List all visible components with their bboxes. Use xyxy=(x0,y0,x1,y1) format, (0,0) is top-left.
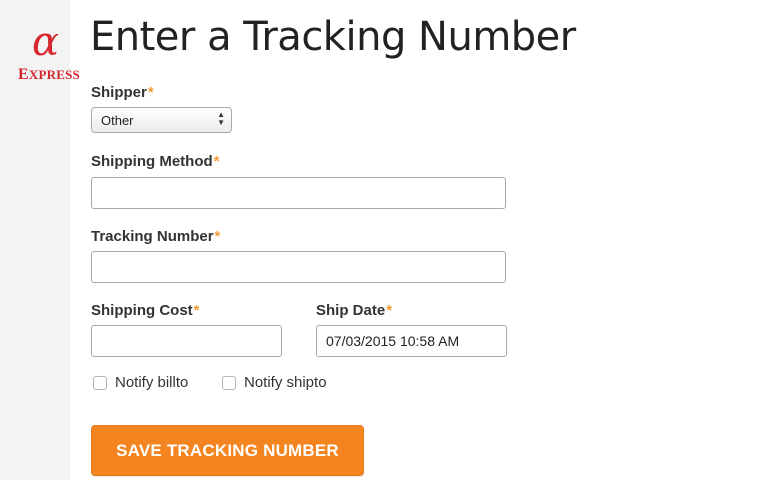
ship-date-label-text: Ship Date xyxy=(316,302,386,319)
shipper-label: Shipper* xyxy=(91,84,154,101)
ship-date-input[interactable] xyxy=(316,325,507,357)
shipping-method-label-text: Shipping Method xyxy=(91,153,213,170)
required-marker: * xyxy=(213,153,220,170)
notify-shipto-checkbox[interactable] xyxy=(222,376,236,390)
tracking-number-input[interactable] xyxy=(91,251,506,283)
shipper-select[interactable]: Other ▲ ▼ xyxy=(91,107,232,133)
shipping-method-label: Shipping Method* xyxy=(91,153,219,170)
tracking-number-label-text: Tracking Number xyxy=(91,228,214,245)
logo-text: EXPRESS xyxy=(18,66,80,84)
shipper-select-value: Other xyxy=(101,113,134,128)
notify-billto-checkbox[interactable] xyxy=(93,376,107,390)
alpha-logo-icon: α xyxy=(32,19,60,65)
shipping-cost-input[interactable] xyxy=(91,325,282,357)
shipping-cost-label-text: Shipping Cost xyxy=(91,302,193,319)
notify-billto-label: Notify billto xyxy=(115,374,189,391)
logo-text-initial: E xyxy=(18,66,29,83)
required-marker: * xyxy=(193,302,200,319)
select-arrows-icon: ▲ ▼ xyxy=(217,110,225,127)
logo-text-rest: XPRESS xyxy=(28,67,80,82)
ship-date-label: Ship Date* xyxy=(316,302,392,319)
required-marker: * xyxy=(386,302,393,319)
notify-shipto-label: Notify shipto xyxy=(244,374,327,391)
required-marker: * xyxy=(214,228,221,245)
shipper-label-text: Shipper xyxy=(91,84,147,101)
shipping-cost-label: Shipping Cost* xyxy=(91,302,200,319)
logo: α EXPRESS xyxy=(18,19,80,92)
required-marker: * xyxy=(147,84,154,101)
page-title: Enter a Tracking Number xyxy=(90,14,576,60)
tracking-number-label: Tracking Number* xyxy=(91,228,220,245)
save-tracking-number-button[interactable]: SAVE TRACKING NUMBER xyxy=(91,425,364,476)
shipping-method-input[interactable] xyxy=(91,177,506,209)
